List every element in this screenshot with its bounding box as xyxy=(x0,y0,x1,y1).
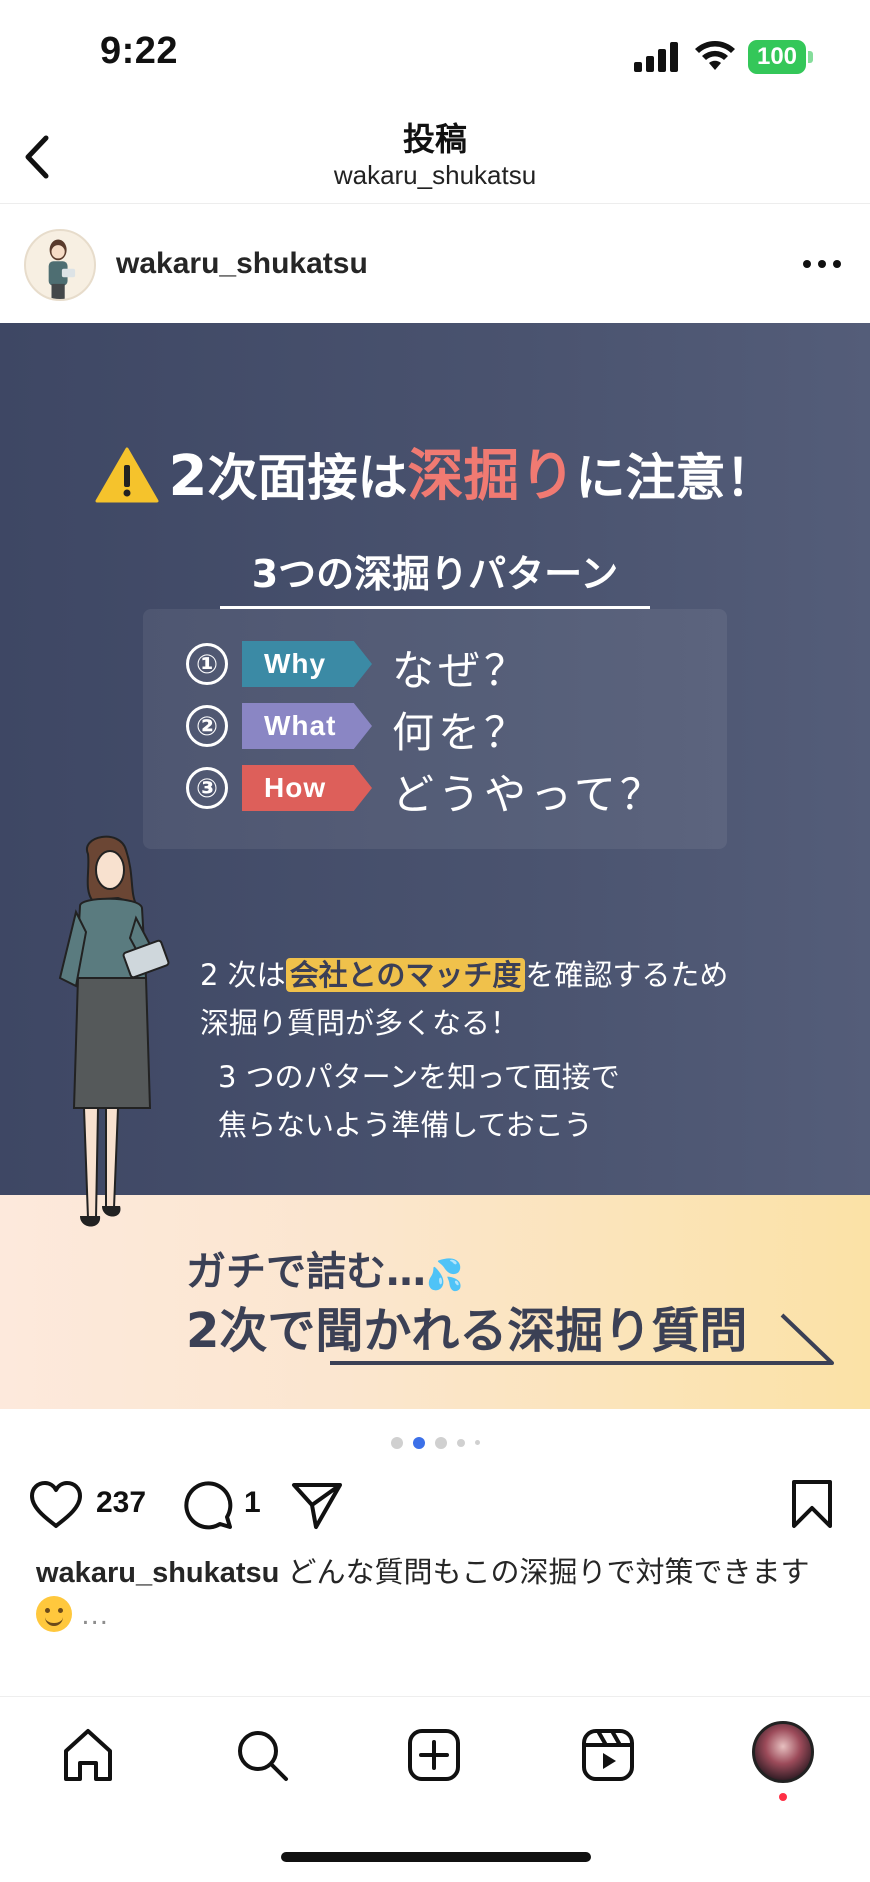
share-paper-plane-icon[interactable] xyxy=(290,1479,344,1531)
post-caption[interactable]: wakaru_shukatsu どんな質問もこの深掘りで対策できます … xyxy=(36,1552,846,1636)
pattern-number: ② xyxy=(186,705,228,747)
note-2-line-1: 3 つのパターンを知って面接で xyxy=(218,1060,620,1094)
profile-avatar[interactable] xyxy=(752,1721,814,1783)
battery-level: 100 xyxy=(756,43,798,70)
create-post-icon[interactable] xyxy=(406,1727,462,1783)
page-subtitle: wakaru_shukatsu xyxy=(333,160,537,190)
banner-line-1: ガチで詰む…💦 xyxy=(186,1239,463,1297)
wifi-icon xyxy=(695,41,735,70)
reels-icon[interactable] xyxy=(580,1727,636,1783)
notification-dot xyxy=(779,1793,787,1801)
note-1-part-b: を確認するため xyxy=(525,958,729,992)
comment-icon[interactable] xyxy=(182,1479,234,1531)
pattern-text: 何を？ xyxy=(392,708,531,757)
home-icon[interactable] xyxy=(60,1727,116,1783)
author-username[interactable]: wakaru_shukatsu xyxy=(116,247,368,281)
carousel-dot xyxy=(434,1436,447,1449)
search-icon[interactable] xyxy=(234,1727,290,1783)
carousel-dot xyxy=(456,1438,465,1447)
post-actions: 237 1 xyxy=(0,1476,870,1532)
cellular-signal-icon xyxy=(634,42,678,72)
more-options-icon[interactable] xyxy=(800,257,844,271)
carousel-dot xyxy=(390,1436,403,1449)
pattern-tag-what: What xyxy=(242,703,372,749)
slide-note-1: 2 次は 会社とのマッチ度 を確認するため 深掘り質問が多くなる！ xyxy=(200,951,728,1047)
pattern-tag-why: Why xyxy=(242,641,372,687)
note-1-highlight: 会社とのマッチ度 xyxy=(285,958,526,992)
page-title: 投稿 xyxy=(402,121,467,157)
pattern-text: なぜ？ xyxy=(392,646,531,695)
status-bar: 9:22 100 xyxy=(0,0,870,110)
carousel-indicator xyxy=(0,1434,870,1454)
slide-note-2: 3 つのパターンを知って面接で 焦らないよう準備しておこう xyxy=(218,1053,620,1149)
pattern-number: ① xyxy=(186,643,228,685)
note-1-line-2: 深掘り質問が多くなる！ xyxy=(200,1006,520,1040)
post-image-slide[interactable]: 2次面接は深掘りに注意！ 3つの深掘りパターン ① Why なぜ？ ② What… xyxy=(0,323,870,1409)
note-1-part-a: 2 次は xyxy=(200,958,286,992)
headline-part-a: 次面接は xyxy=(207,449,408,507)
pattern-row-what: ② What 何を？ xyxy=(186,703,706,757)
smiling-emoji-icon xyxy=(36,1596,72,1632)
banner-line-1-text: ガチで詰む… xyxy=(186,1249,426,1295)
author-avatar[interactable] xyxy=(24,229,96,301)
underline-arrow-icon xyxy=(330,1313,834,1365)
headline-accent: 深掘り xyxy=(407,444,576,509)
heart-icon[interactable] xyxy=(28,1480,84,1530)
pattern-row-why: ① Why なぜ？ xyxy=(186,641,706,695)
nav-header: 投稿 wakaru_shukatsu xyxy=(0,110,870,204)
caption-username[interactable]: wakaru_shukatsu xyxy=(36,1557,279,1589)
pattern-number: ③ xyxy=(186,767,228,809)
avatar-illustration-icon xyxy=(48,239,76,299)
headline-part-b: に注意！ xyxy=(575,449,776,507)
sweat-drops-icon: 💦 xyxy=(426,1258,464,1293)
caption-more-link[interactable]: … xyxy=(80,1599,109,1631)
note-2-line-2: 焦らないよう準備しておこう xyxy=(218,1108,593,1142)
slide-headline: 2次面接は深掘りに注意！ xyxy=(0,431,870,512)
home-indicator[interactable] xyxy=(281,1852,591,1862)
post-header: wakaru_shukatsu xyxy=(0,205,870,323)
caption-text: どんな質問もこの深掘りで対策できます xyxy=(287,1557,810,1589)
bookmark-icon[interactable] xyxy=(790,1478,834,1530)
carousel-dot xyxy=(474,1440,480,1446)
warning-icon xyxy=(95,447,159,503)
pattern-row-how: ③ How どうやって？ xyxy=(186,765,706,819)
battery-icon: 100 xyxy=(748,40,814,74)
status-time: 9:22 xyxy=(100,30,179,72)
headline-number: 2 xyxy=(168,444,208,509)
woman-illustration-icon xyxy=(58,835,170,1227)
pattern-text: どうやって？ xyxy=(392,770,666,819)
carousel-dot-active xyxy=(412,1436,425,1449)
pattern-title: 3つの深掘りパターン xyxy=(220,543,650,609)
comment-count[interactable]: 1 xyxy=(244,1486,261,1520)
pattern-tag-how: How xyxy=(242,765,372,811)
like-count[interactable]: 237 xyxy=(96,1486,146,1520)
